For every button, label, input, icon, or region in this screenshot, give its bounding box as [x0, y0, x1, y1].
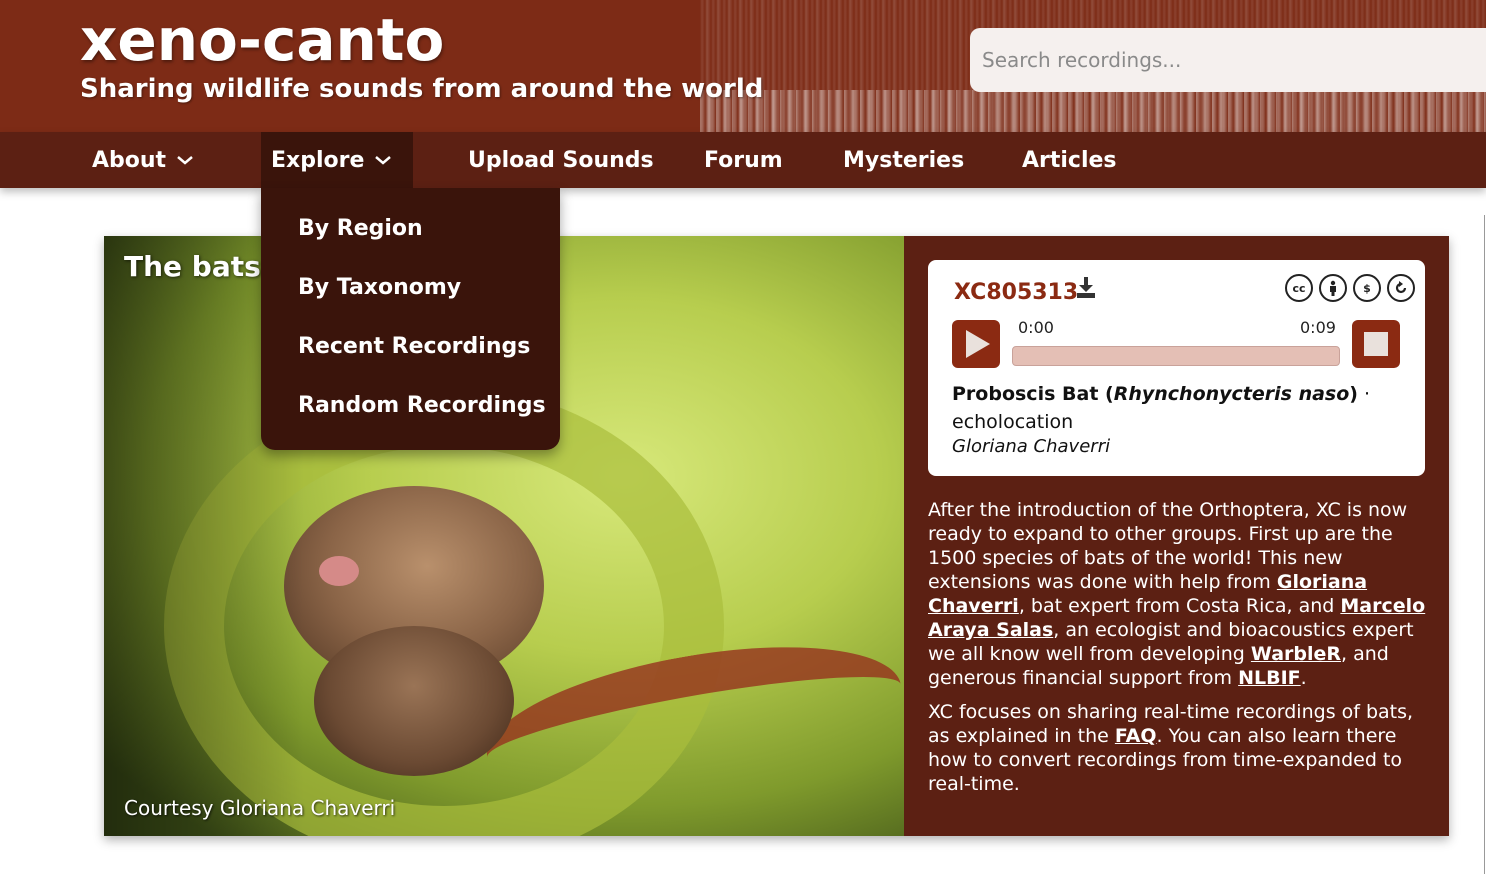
main-nav: About Explore Upload Sounds Forum Myster…	[0, 132, 1486, 188]
page-edge-divider	[1484, 215, 1485, 874]
scientific-name: Rhynchonycteris naso	[1113, 383, 1350, 405]
nc-icon: $	[1353, 274, 1381, 302]
nav-mysteries[interactable]: Mysteries	[843, 132, 964, 188]
feature-panel: XC805313 cc $ 0:00 0:09 Proboscis Bat (R…	[904, 236, 1449, 836]
search-input[interactable]	[970, 28, 1486, 92]
menu-item-random-recordings[interactable]: Random Recordings	[298, 393, 546, 418]
nav-forum[interactable]: Forum	[704, 132, 783, 188]
chevron-down-icon	[176, 154, 194, 166]
site-title[interactable]: xeno-canto	[80, 6, 444, 74]
site-header: xeno-canto Sharing wildlife sounds from …	[0, 0, 1486, 132]
common-name[interactable]: Proboscis Bat	[952, 383, 1098, 405]
header-sonogram-texture-lower	[700, 90, 1486, 132]
playback-progress-bar[interactable]	[1012, 346, 1340, 366]
play-button[interactable]	[952, 320, 1000, 368]
sound-type: echolocation	[952, 411, 1074, 433]
photo-credit: Courtesy Gloriana Chaverri	[124, 796, 396, 820]
nav-about-label: About	[92, 147, 167, 173]
nav-explore-label: Explore	[271, 147, 365, 173]
nav-explore[interactable]: Explore	[261, 132, 413, 188]
link-nlbif[interactable]: NLBIF	[1238, 667, 1301, 689]
stop-button[interactable]	[1352, 320, 1400, 368]
recording-id-link[interactable]: XC805313	[954, 280, 1078, 305]
sa-icon	[1387, 274, 1415, 302]
explore-dropdown-menu: By Region By Taxonomy Recent Recordings …	[261, 188, 560, 450]
menu-item-recent-recordings[interactable]: Recent Recordings	[298, 334, 530, 359]
nav-about[interactable]: About	[92, 132, 194, 188]
download-icon[interactable]	[1076, 276, 1096, 300]
time-start: 0:00	[1018, 318, 1054, 337]
play-icon	[966, 330, 990, 358]
chevron-down-icon	[374, 154, 392, 166]
text: , bat expert from Costa Rica, and	[1018, 595, 1341, 617]
license-icons[interactable]: cc $	[1285, 274, 1415, 302]
text: .	[1300, 667, 1307, 689]
menu-item-by-region[interactable]: By Region	[298, 216, 423, 241]
link-warbler[interactable]: WarbleR	[1251, 643, 1341, 665]
recording-card: XC805313 cc $ 0:00 0:09 Proboscis Bat (R…	[928, 260, 1425, 476]
feature-description: After the introduction of the Orthoptera…	[928, 498, 1428, 806]
menu-item-by-taxonomy[interactable]: By Taxonomy	[298, 275, 461, 300]
description-paragraph-2: XC focuses on sharing real-time recordin…	[928, 700, 1428, 796]
by-icon	[1319, 274, 1347, 302]
site-tagline: Sharing wildlife sounds from around the …	[80, 74, 764, 104]
description-paragraph-1: After the introduction of the Orthoptera…	[928, 498, 1428, 690]
nav-upload-sounds[interactable]: Upload Sounds	[468, 132, 654, 188]
separator: ·	[1364, 383, 1371, 405]
cc-icon: cc	[1285, 274, 1313, 302]
link-faq[interactable]: FAQ	[1115, 725, 1157, 747]
recordist-name[interactable]: Gloriana Chaverri	[952, 436, 1110, 457]
species-line: Proboscis Bat (Rhynchonycteris naso) · e…	[952, 383, 1371, 433]
time-end: 0:09	[1300, 318, 1336, 337]
nav-articles[interactable]: Articles	[1022, 132, 1117, 188]
stop-icon	[1364, 332, 1388, 356]
